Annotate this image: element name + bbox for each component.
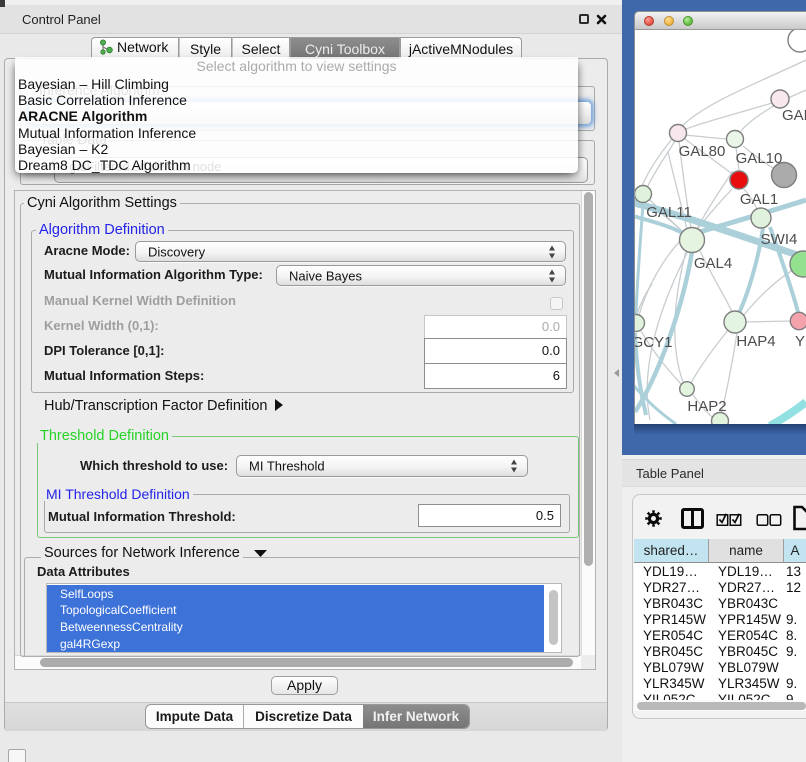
svg-text:HAP2: HAP2 xyxy=(687,398,726,415)
svg-text:GCY1: GCY1 xyxy=(635,334,672,351)
svg-text:GAL11: GAL11 xyxy=(646,204,692,221)
svg-text:Y: Y xyxy=(795,333,805,350)
svg-text:GAL4: GAL4 xyxy=(694,255,732,272)
svg-text:GAL10: GAL10 xyxy=(736,150,783,167)
svg-text:SWI4: SWI4 xyxy=(761,231,798,248)
svg-text:GAL: GAL xyxy=(782,107,806,124)
svg-text:GAL80: GAL80 xyxy=(679,143,726,160)
svg-text:GAL1: GAL1 xyxy=(740,191,778,208)
svg-text:HAP4: HAP4 xyxy=(736,333,775,350)
